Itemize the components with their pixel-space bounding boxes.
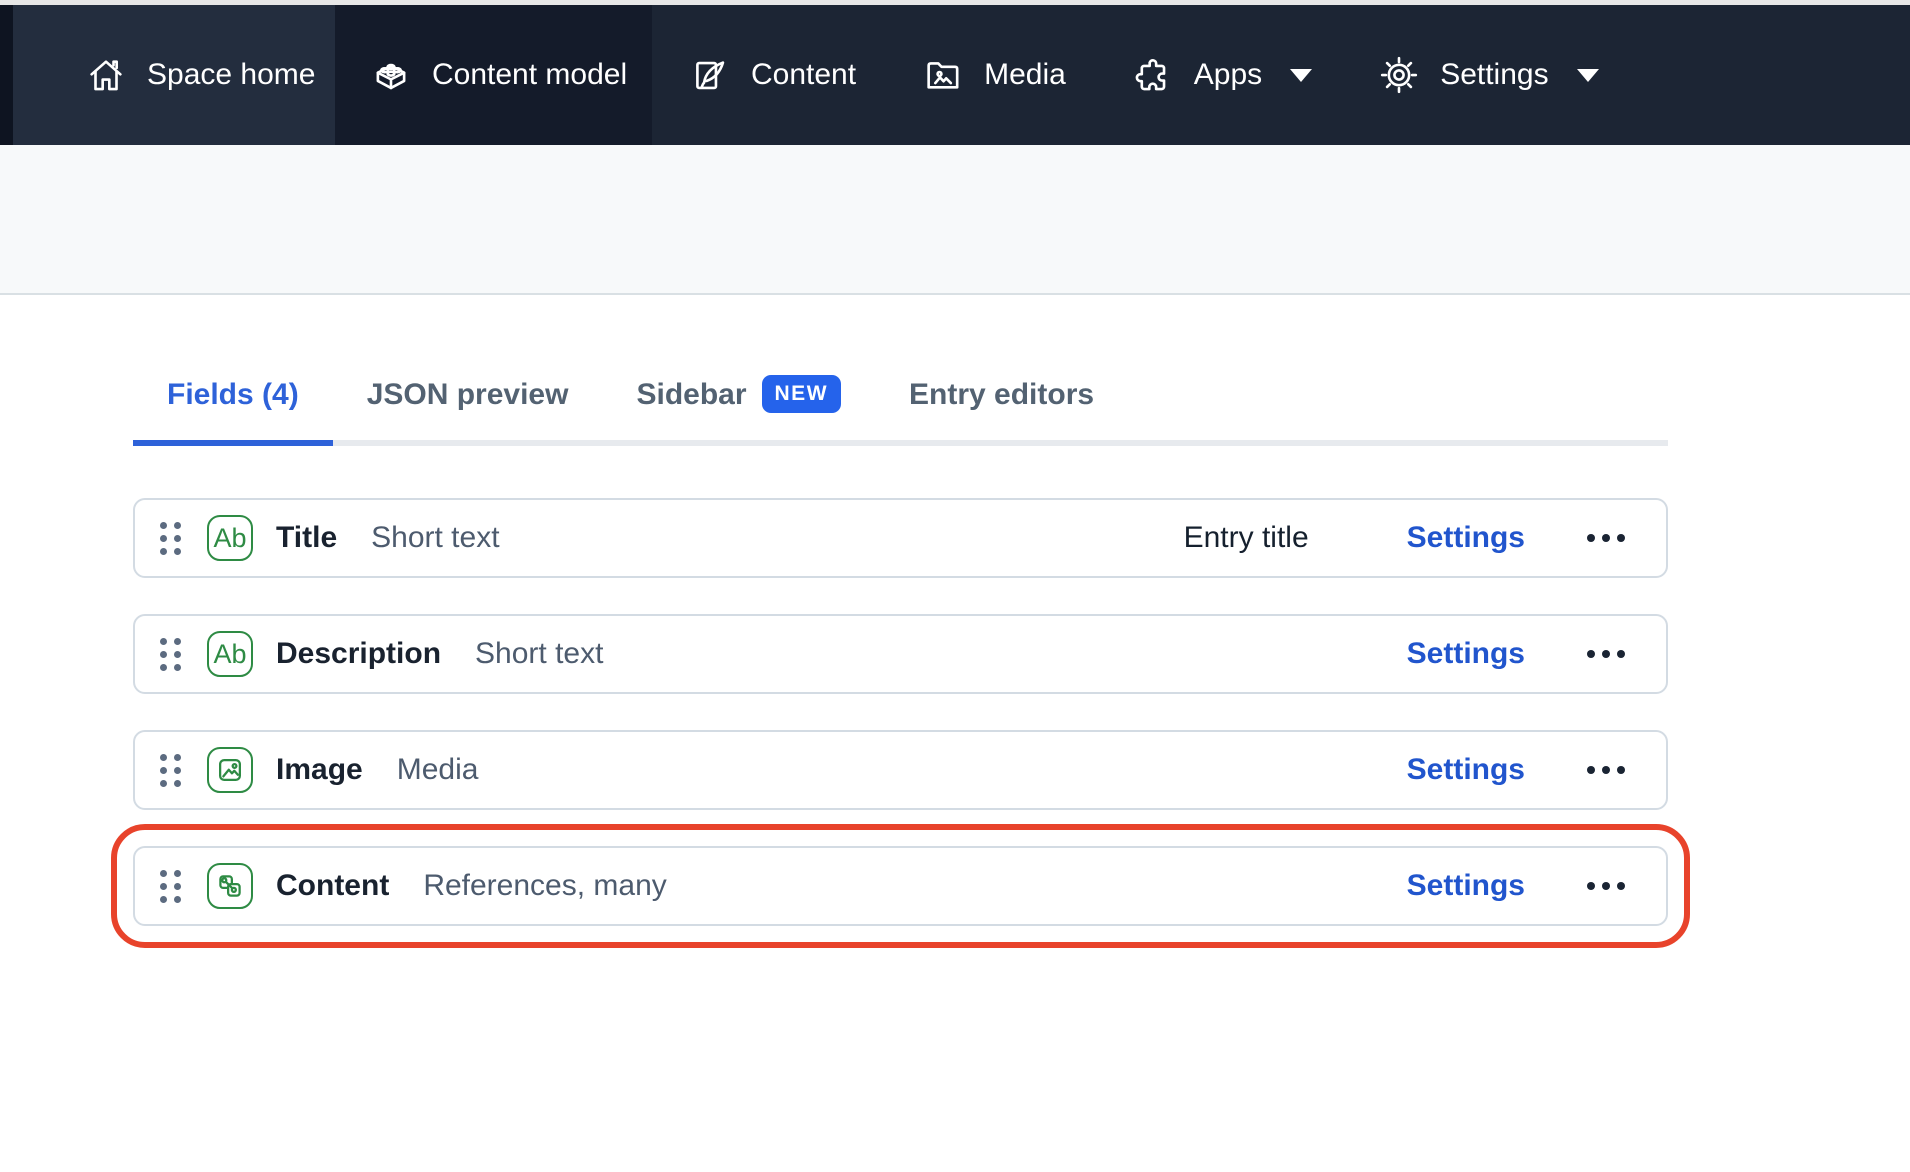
tab-entry-editors-label: Entry editors (909, 378, 1095, 411)
field-type-icon: Ab (207, 515, 253, 561)
field-type: Media (396, 753, 479, 786)
nav-left-rail (0, 5, 13, 145)
tab-fields-label: Fields (4) (167, 378, 299, 411)
row-actions: Settings (1407, 637, 1666, 671)
settings-gear-icon (1381, 56, 1418, 94)
field-row: Ab Description Short text Settings (133, 614, 1668, 694)
field-row: Content References, many Settings (111, 824, 1690, 948)
nav-space-home-label: Space home (147, 58, 316, 91)
apps-icon (1135, 59, 1166, 91)
nav-tab-media[interactable]: Media (922, 54, 1066, 96)
row-actions: Settings (1407, 753, 1666, 787)
row-actions: Entry title Settings (1184, 521, 1666, 555)
field-type-icon: Ab (207, 631, 253, 677)
nav-menu-settings-label: Settings (1440, 58, 1549, 91)
row-actions: Settings (1407, 869, 1666, 903)
settings-caret-icon (1576, 68, 1599, 82)
field-type: Short text (475, 637, 604, 670)
field-settings-link[interactable]: Settings (1407, 869, 1525, 903)
drag-handle-icon[interactable] (160, 869, 181, 903)
nav-menu-settings[interactable]: Settings (1378, 54, 1599, 96)
field-name: Description (276, 637, 442, 670)
field-type: References, many (423, 869, 667, 902)
field-row: Image Media Settings (133, 730, 1668, 810)
nav-space-home[interactable]: Space home (13, 5, 335, 145)
nav-tab-content-model-label: Content model (432, 58, 628, 91)
field-type: Short text (371, 521, 500, 554)
drag-handle-icon[interactable] (160, 637, 181, 671)
field-settings-link[interactable]: Settings (1407, 521, 1525, 555)
top-navigation: Space home Content model Content Media A… (0, 5, 1910, 145)
content-model-icon (376, 63, 406, 90)
more-actions-button[interactable] (1587, 528, 1625, 548)
media-field-icon (218, 758, 242, 782)
nav-tab-content-model[interactable]: Content model (335, 5, 652, 145)
home-icon (90, 60, 122, 91)
nav-menu-apps[interactable]: Apps (1132, 54, 1313, 96)
media-icon (927, 62, 959, 89)
text-field-icon: Ab (213, 638, 247, 669)
more-actions-button[interactable] (1587, 876, 1625, 896)
editor-tabs: Fields (4) JSON preview Sidebar NEW Entr… (133, 356, 1668, 446)
nav-tab-content[interactable]: Content (689, 54, 856, 96)
field-settings-link[interactable]: Settings (1407, 637, 1525, 671)
drag-handle-icon[interactable] (160, 521, 181, 555)
tab-sidebar[interactable]: Sidebar NEW (602, 356, 875, 446)
field-row: Ab Title Short text Entry title Settings (133, 498, 1668, 578)
more-actions-button[interactable] (1587, 644, 1625, 664)
tab-json-preview-label: JSON preview (366, 378, 569, 411)
field-name: Image (276, 753, 363, 786)
content-type-editor: Fields (4) JSON preview Sidebar NEW Entr… (0, 356, 1910, 948)
tab-sidebar-label: Sidebar (636, 378, 747, 411)
field-type-icon (207, 863, 253, 909)
nav-menu-apps-label: Apps (1193, 58, 1263, 91)
field-name: Title (276, 521, 338, 554)
drag-handle-icon[interactable] (160, 753, 181, 787)
reference-field-icon (219, 875, 241, 897)
apps-caret-icon (1290, 68, 1313, 82)
tab-entry-editors[interactable]: Entry editors (875, 356, 1128, 446)
nav-items: Content Media Apps Settings (652, 5, 1910, 145)
page-subheader (0, 145, 1910, 295)
field-name: Content (276, 869, 390, 902)
entry-title-indicator: Entry title (1183, 521, 1309, 554)
nav-tab-content-label: Content (751, 58, 857, 91)
more-actions-button[interactable] (1587, 760, 1625, 780)
new-badge: NEW (761, 375, 842, 413)
field-settings-link[interactable]: Settings (1407, 753, 1525, 787)
nav-tab-media-label: Media (984, 58, 1066, 91)
content-icon (696, 61, 725, 90)
tab-json-preview[interactable]: JSON preview (333, 356, 603, 446)
field-type-icon (207, 747, 253, 793)
text-field-icon: Ab (213, 522, 247, 553)
tab-fields[interactable]: Fields (4) (133, 356, 333, 446)
field-list: Ab Title Short text Entry title Settings… (111, 498, 1690, 948)
